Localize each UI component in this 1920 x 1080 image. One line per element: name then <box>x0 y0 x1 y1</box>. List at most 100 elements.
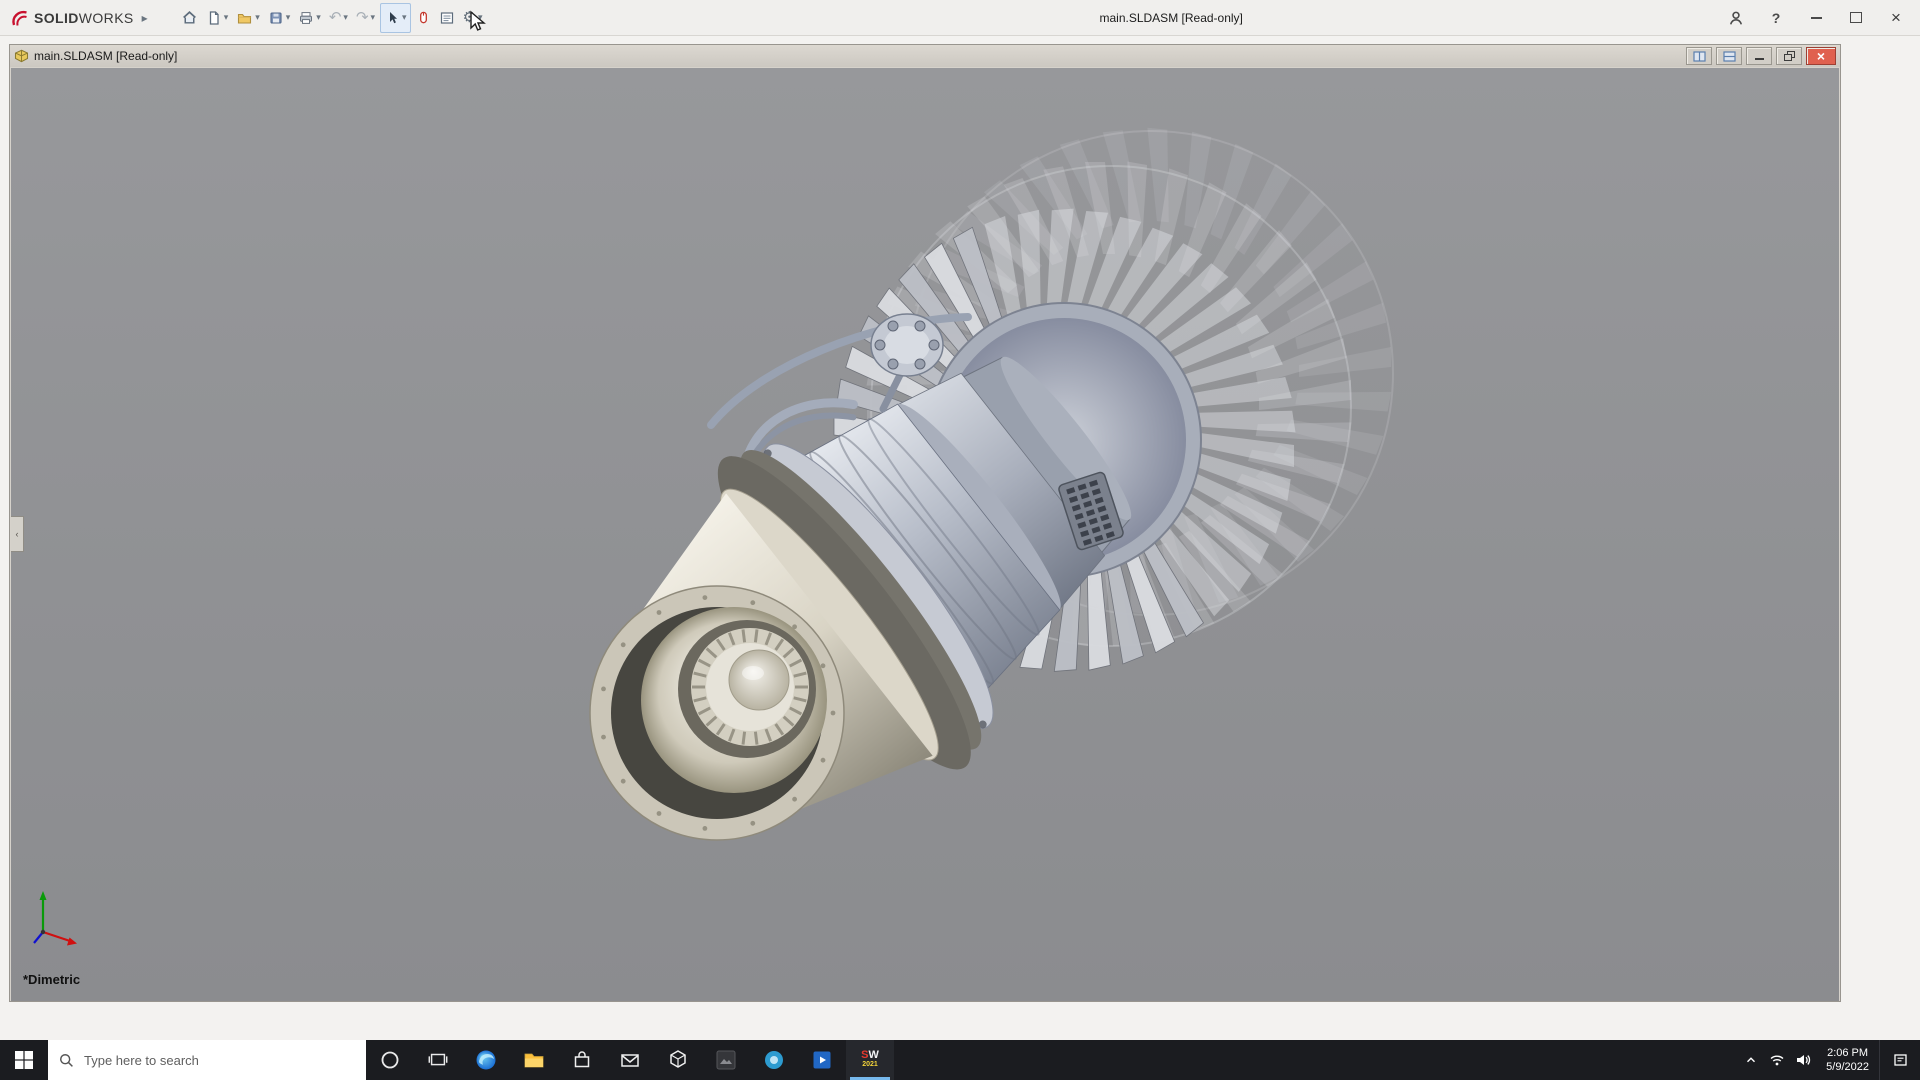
dropdown-caret-icon[interactable]: ▾ <box>371 12 376 23</box>
mouse-gestures-button[interactable] <box>413 4 434 32</box>
save-icon <box>268 10 284 26</box>
app-window-title: main.SLDASM [Read-only] <box>1099 11 1242 25</box>
tile-window-button[interactable] <box>1686 47 1712 65</box>
doc-close-button[interactable]: × <box>1806 47 1836 65</box>
accessory-drum <box>871 314 943 376</box>
cortana-button[interactable] <box>366 1040 414 1080</box>
cascade-window-button[interactable] <box>1716 47 1742 65</box>
collapse-icon: ‹ <box>16 529 19 539</box>
volume-icon <box>1795 1052 1811 1068</box>
main-toolbar: ▾ ▾ ▾ <box>178 3 486 33</box>
taskbar-clock[interactable]: 2:06 PM 5/9/2022 <box>1816 1046 1879 1074</box>
mail-icon <box>618 1048 642 1072</box>
start-button[interactable] <box>0 1040 48 1080</box>
windows-start-icon <box>14 1050 34 1070</box>
dropdown-caret-icon[interactable]: ▾ <box>343 12 348 23</box>
dropdown-caret-icon[interactable]: ▾ <box>478 12 483 23</box>
system-tray: 2:06 PM 5/9/2022 <box>1738 1040 1920 1080</box>
orientation-label: *Dimetric <box>23 972 80 987</box>
account-icon <box>1727 9 1745 27</box>
tile-horizontal-icon <box>1723 51 1736 62</box>
close-icon: × <box>1891 11 1901 25</box>
dropdown-caret-icon[interactable]: ▾ <box>286 12 291 23</box>
help-button[interactable]: ? <box>1766 8 1786 28</box>
task-view-button[interactable] <box>414 1040 462 1080</box>
search-input[interactable] <box>82 1052 356 1069</box>
redo-button[interactable]: ↷ ▾ <box>353 4 378 32</box>
undo-icon: ↶ <box>329 10 342 26</box>
volume-button[interactable] <box>1790 1040 1816 1080</box>
settings-gear-icon: ⚙ <box>463 10 476 26</box>
solidworks-taskbar-button[interactable]: SW 2021 <box>846 1040 894 1080</box>
minimize-button[interactable] <box>1806 8 1826 28</box>
three-d-viewer-icon <box>666 1048 690 1072</box>
edrawings-button[interactable] <box>750 1040 798 1080</box>
media-app-icon <box>810 1048 834 1072</box>
close-button[interactable]: × <box>1886 8 1906 28</box>
titlebar-controls: ? × <box>1726 8 1920 28</box>
select-cursor-icon <box>384 9 400 26</box>
coordinate-triad <box>34 891 77 946</box>
file-explorer-button[interactable] <box>510 1040 558 1080</box>
mail-button[interactable] <box>606 1040 654 1080</box>
select-tool-button[interactable]: ▾ <box>380 3 411 33</box>
properties-button[interactable] <box>436 4 458 32</box>
app-titlebar: SOLIDWORKS ▸ ▾ <box>0 0 1920 36</box>
tray-expand-icon <box>1744 1053 1758 1067</box>
network-button[interactable] <box>1764 1040 1790 1080</box>
viewport-canvas[interactable]: ‹ *Dimetric <box>11 68 1839 1001</box>
solidworks-logo[interactable]: SOLIDWORKS <box>0 8 140 28</box>
photos-button[interactable] <box>702 1040 750 1080</box>
action-center-button[interactable] <box>1879 1040 1920 1080</box>
new-document-button[interactable]: ▾ <box>203 4 232 32</box>
open-button[interactable]: ▾ <box>233 4 263 32</box>
doc-minimize-icon <box>1755 58 1764 60</box>
account-button[interactable] <box>1726 8 1746 28</box>
document-window: main.SLDASM [Read-only] <box>9 44 1841 1002</box>
edrawings-icon <box>762 1048 786 1072</box>
assembly-icon <box>14 49 29 64</box>
mouse-gestures-icon <box>416 9 431 26</box>
options-button[interactable]: ⚙ ▾ <box>460 4 486 32</box>
edge-button[interactable] <box>462 1040 510 1080</box>
document-titlebar[interactable]: main.SLDASM [Read-only] <box>10 45 1840 67</box>
minimize-icon <box>1811 17 1822 19</box>
new-document-icon <box>206 10 222 26</box>
tile-vertical-icon <box>1693 51 1706 62</box>
photos-icon <box>714 1048 738 1072</box>
dropdown-caret-icon[interactable]: ▾ <box>316 12 321 23</box>
panel-collapse-tab[interactable]: ‹ <box>11 516 24 552</box>
maximize-icon <box>1850 12 1862 23</box>
store-button[interactable] <box>558 1040 606 1080</box>
file-explorer-icon <box>522 1048 546 1072</box>
3d-viewer-button[interactable] <box>654 1040 702 1080</box>
doc-restore-button[interactable] <box>1776 47 1802 65</box>
dropdown-caret-icon[interactable]: ▾ <box>255 12 260 23</box>
print-button[interactable]: ▾ <box>295 4 324 32</box>
properties-icon <box>439 10 455 26</box>
dropdown-caret-icon[interactable]: ▾ <box>402 12 407 23</box>
solidworks-icon: SW 2021 <box>861 1050 879 1070</box>
clock-time: 2:06 PM <box>1827 1046 1868 1060</box>
taskbar-search[interactable] <box>48 1040 366 1080</box>
doc-minimize-button[interactable] <box>1746 47 1772 65</box>
engine-model <box>11 68 1839 1001</box>
task-view-icon <box>427 1049 449 1071</box>
menu-expand-arrow-icon[interactable]: ▸ <box>142 11 148 25</box>
help-icon: ? <box>1772 10 1781 26</box>
clock-date: 5/9/2022 <box>1826 1060 1869 1074</box>
document-window-controls: × <box>1686 47 1836 65</box>
undo-button[interactable]: ↶ ▾ <box>326 4 351 32</box>
search-icon <box>58 1052 74 1068</box>
media-app-button[interactable] <box>798 1040 846 1080</box>
tray-expand-button[interactable] <box>1738 1040 1764 1080</box>
brand-text: SOLIDWORKS <box>34 10 134 26</box>
maximize-button[interactable] <box>1846 8 1866 28</box>
network-icon <box>1769 1052 1785 1068</box>
home-icon <box>181 9 198 26</box>
dropdown-caret-icon[interactable]: ▾ <box>224 12 229 23</box>
home-button[interactable] <box>178 4 201 32</box>
save-button[interactable]: ▾ <box>265 4 294 32</box>
engine-front-opening <box>590 586 844 840</box>
doc-close-icon: × <box>1817 49 1825 63</box>
